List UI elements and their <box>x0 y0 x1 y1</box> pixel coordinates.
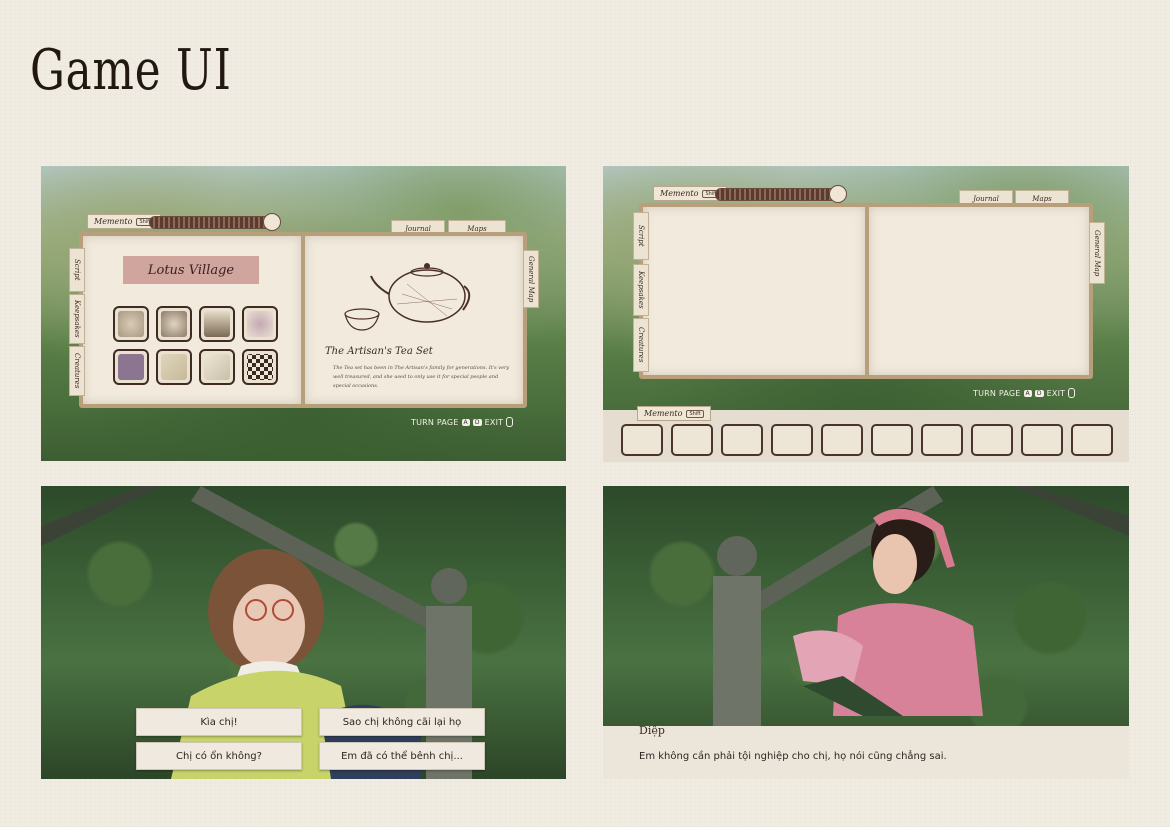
dialogue-choice-2[interactable]: Sao chị không cãi lại họ <box>319 708 485 736</box>
collection-slot[interactable] <box>242 349 278 385</box>
teapot-illustration-icon <box>370 263 471 323</box>
shift-key-chip: Shift <box>686 409 704 418</box>
key-a: A <box>461 418 470 426</box>
inventory-slot[interactable] <box>971 424 1013 456</box>
paper-item-icon <box>161 354 187 380</box>
teacup-illustration-icon <box>344 308 380 331</box>
item-title: The Artisan's Tea Set <box>325 346 433 357</box>
progress-knob-icon <box>263 213 281 231</box>
collection-screen: Memento Shift Journal Maps Script Keepsa… <box>41 166 566 461</box>
dialogue-screen: Diệp Em không cần phải tội nghiệp cho ch… <box>603 486 1129 779</box>
inventory-screen: Memento Shift Journal Maps Script Keepsa… <box>603 166 1129 462</box>
tab-general-map[interactable]: General Map <box>523 250 539 308</box>
inventory-slot[interactable] <box>1021 424 1063 456</box>
collection-slot[interactable] <box>199 306 235 342</box>
inventory-label: Memento <box>644 409 683 418</box>
inventory-slot[interactable] <box>1071 424 1113 456</box>
lotus-petal-item-icon <box>247 311 273 337</box>
dialogue-choice-4[interactable]: Em đã có thể bênh chị... <box>319 742 485 770</box>
portrait-item-icon <box>204 311 230 337</box>
basket-item-icon <box>161 311 187 337</box>
inventory-slot[interactable] <box>821 424 863 456</box>
controls-hint: TURN PAGE A D EXIT <box>411 417 514 427</box>
tab-keepsakes[interactable]: Keepsakes <box>633 264 649 316</box>
location-ribbon: Lotus Village <box>123 256 259 284</box>
inventory-slot[interactable] <box>921 424 963 456</box>
progress-knob-icon <box>829 185 847 203</box>
mouse-icon <box>1068 388 1076 398</box>
mouse-icon <box>506 417 514 427</box>
inventory-slot[interactable] <box>621 424 663 456</box>
book-left-page <box>643 207 865 375</box>
collection-slot[interactable] <box>156 306 192 342</box>
key-d: D <box>1034 389 1044 397</box>
key-d: D <box>472 418 482 426</box>
tab-script[interactable]: Script <box>69 248 85 292</box>
collection-slot[interactable] <box>242 306 278 342</box>
speaker-name: Diệp <box>639 724 665 737</box>
collection-slot[interactable] <box>113 306 149 342</box>
dialogue-choice-screen: Kìa chị! Sao chị không cãi lại họ Chị có… <box>41 486 566 779</box>
mementos-label: Memento <box>660 189 699 198</box>
controls-hint: TURN PAGE A D EXIT <box>973 388 1076 398</box>
collection-slot[interactable] <box>113 349 149 385</box>
fabric-item-icon <box>118 354 144 380</box>
dialogue-text[interactable]: Em không cần phải tội nghiệp cho chị, họ… <box>639 751 947 762</box>
scene-illustration <box>41 486 472 779</box>
inventory-slot[interactable] <box>771 424 813 456</box>
sketch-item-icon <box>204 354 230 380</box>
exit-label[interactable]: EXIT <box>1047 389 1066 398</box>
tab-creatures[interactable]: Creatures <box>633 318 649 372</box>
progress-bar <box>149 216 271 229</box>
tile-pattern-item-icon <box>247 354 273 380</box>
exit-label[interactable]: EXIT <box>485 418 504 427</box>
location-title: Lotus Village <box>147 262 235 278</box>
item-description: The Tea set has been in The Artisan's fa… <box>333 365 510 389</box>
inventory-slot[interactable] <box>871 424 913 456</box>
dialogue-choice-3[interactable]: Chị có ổn không? <box>136 742 302 770</box>
mementos-label: Memento <box>94 217 133 226</box>
collection-slot[interactable] <box>156 349 192 385</box>
inventory-mementos-tag: Memento Shift <box>637 406 711 421</box>
tab-creatures[interactable]: Creatures <box>69 346 85 396</box>
tab-script[interactable]: Script <box>633 212 649 260</box>
key-a: A <box>1023 389 1032 397</box>
book-right-page <box>869 207 1089 375</box>
inventory-slot[interactable] <box>671 424 713 456</box>
bowl-item-icon <box>118 311 144 337</box>
collection-slot[interactable] <box>199 349 235 385</box>
tab-keepsakes[interactable]: Keepsakes <box>69 294 85 344</box>
progress-bar <box>715 188 837 201</box>
inventory-slot[interactable] <box>721 424 763 456</box>
turn-page-label: TURN PAGE <box>411 417 459 427</box>
page-title: Game UI <box>30 38 232 103</box>
dialogue-choice-1[interactable]: Kìa chị! <box>136 708 302 736</box>
turn-page-label: TURN PAGE <box>973 388 1021 398</box>
tab-general-map[interactable]: General Map <box>1089 222 1105 284</box>
